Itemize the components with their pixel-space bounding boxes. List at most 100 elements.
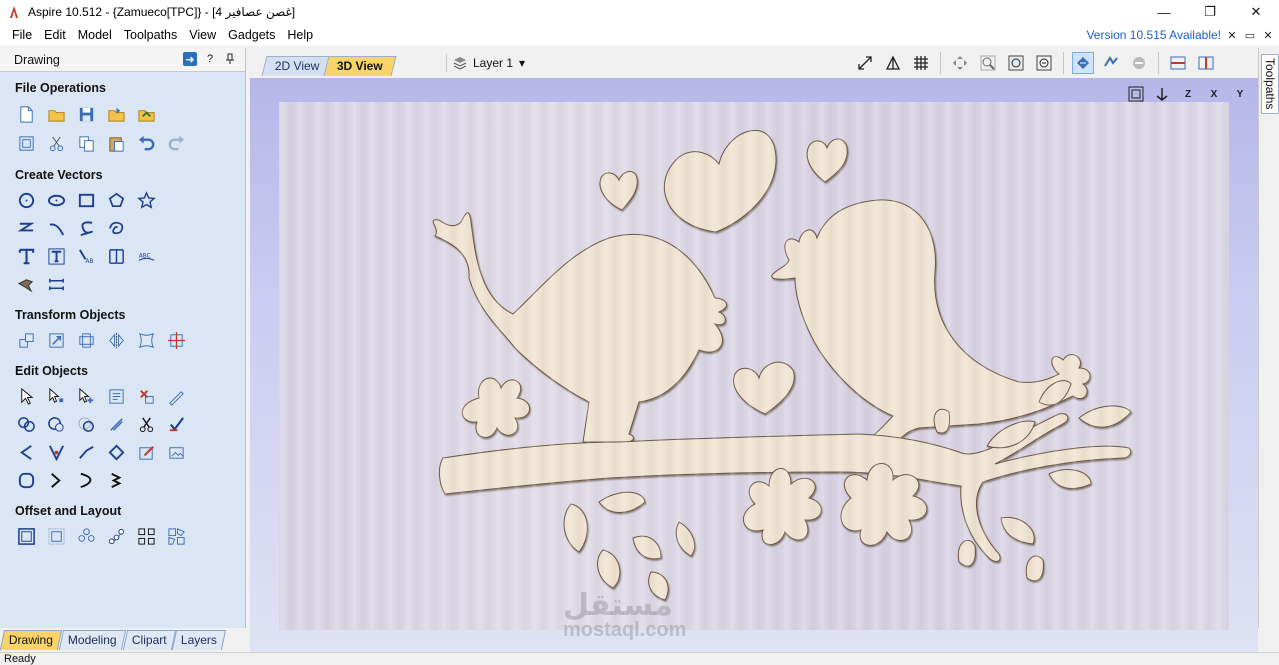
- tab-drawing[interactable]: Drawing: [0, 630, 63, 650]
- draw-polyline-icon[interactable]: [16, 218, 36, 238]
- draw-text-icon[interactable]: [16, 246, 36, 266]
- zoom-out-icon[interactable]: [1033, 52, 1055, 74]
- view-zoom-box-icon[interactable]: [854, 52, 876, 74]
- select-pointer-icon[interactable]: [16, 386, 36, 406]
- move-icon[interactable]: [16, 330, 36, 350]
- draw-edit-icon[interactable]: [136, 442, 156, 462]
- zoom-in-icon[interactable]: [977, 52, 999, 74]
- view-x-icon[interactable]: X: [1204, 84, 1224, 104]
- import-folder-icon[interactable]: [136, 104, 156, 124]
- weld-vectors-icon[interactable]: [16, 414, 36, 434]
- image-edit-icon[interactable]: [166, 442, 186, 462]
- paste-icon[interactable]: [106, 133, 126, 153]
- mdi-close-doc-button[interactable]: ✕: [1261, 28, 1275, 42]
- draw-arc-icon[interactable]: [46, 218, 66, 238]
- view-y-icon[interactable]: Y: [1230, 84, 1250, 104]
- view-iso-icon[interactable]: [1152, 84, 1172, 104]
- array-copy-icon[interactable]: [76, 526, 96, 546]
- cut-scissors-icon[interactable]: [46, 133, 66, 153]
- dock-arrow-icon[interactable]: ➜: [183, 52, 197, 66]
- vector-properties-icon[interactable]: [106, 386, 126, 406]
- draw-polygon-icon[interactable]: [106, 190, 126, 210]
- split-vertical-icon[interactable]: [1195, 52, 1217, 74]
- rotate-icon[interactable]: [76, 330, 96, 350]
- interactive-select-icon[interactable]: [76, 386, 96, 406]
- tab-clipart[interactable]: Clipart: [122, 630, 176, 650]
- layer-dropdown[interactable]: Layer 1 ▾: [446, 54, 525, 72]
- grid-array-icon[interactable]: [136, 526, 156, 546]
- node-edit-icon[interactable]: [46, 386, 66, 406]
- offset-vector-icon[interactable]: [106, 442, 126, 462]
- undo-icon[interactable]: [136, 133, 156, 153]
- node-fit-icon[interactable]: [106, 470, 126, 490]
- open-vector-icon[interactable]: [46, 470, 66, 490]
- subtract-vectors-icon[interactable]: [46, 414, 66, 434]
- auto-layout-text-icon[interactable]: [106, 246, 126, 266]
- extend-vector-icon[interactable]: [76, 442, 96, 462]
- mdi-close-button[interactable]: ✕: [1225, 28, 1239, 42]
- draw-circle-icon[interactable]: [16, 190, 36, 210]
- curve-fit-icon[interactable]: [76, 470, 96, 490]
- show-model-icon[interactable]: [1072, 52, 1094, 74]
- menu-edit[interactable]: Edit: [38, 24, 72, 46]
- trim-vectors-icon[interactable]: [136, 414, 156, 434]
- view-fit-icon[interactable]: [1126, 84, 1146, 104]
- text-box-icon[interactable]: [46, 246, 66, 266]
- menu-toolpaths[interactable]: Toolpaths: [118, 24, 184, 46]
- fillet-corners-icon[interactable]: [46, 526, 66, 546]
- menu-view[interactable]: View: [183, 24, 222, 46]
- show-toolpaths-icon[interactable]: [1100, 52, 1122, 74]
- trace-bitmap-icon[interactable]: [16, 274, 36, 294]
- nesting-icon[interactable]: [166, 526, 186, 546]
- version-available-link[interactable]: Version 10.515 Available!: [1086, 24, 1221, 46]
- open-folder-icon[interactable]: [46, 104, 66, 124]
- tab-modeling[interactable]: Modeling: [58, 630, 126, 650]
- menu-model[interactable]: Model: [72, 24, 118, 46]
- save-as-folder-icon[interactable]: [106, 104, 126, 124]
- join-vectors-icon[interactable]: [16, 442, 36, 462]
- tab-2d-view[interactable]: 2D View: [261, 56, 333, 76]
- scale-icon[interactable]: [46, 330, 66, 350]
- save-icon[interactable]: [76, 104, 96, 124]
- offset-icon[interactable]: [16, 526, 36, 546]
- draw-curve-icon[interactable]: [76, 218, 96, 238]
- zoom-extents-icon[interactable]: [1005, 52, 1027, 74]
- draw-rectangle-icon[interactable]: [76, 190, 96, 210]
- 3d-viewport[interactable]: Z X Y مستقل mostaql.com: [250, 78, 1258, 652]
- delete-vector-icon[interactable]: [136, 386, 156, 406]
- draw-spiral-icon[interactable]: [106, 218, 126, 238]
- render-shaded-icon[interactable]: [1128, 52, 1150, 74]
- redo-icon[interactable]: [166, 133, 186, 153]
- snap-angle-icon[interactable]: [882, 52, 904, 74]
- pan-view-icon[interactable]: [949, 52, 971, 74]
- grid-toggle-icon[interactable]: [910, 52, 932, 74]
- copy-icon[interactable]: [76, 133, 96, 153]
- close-button[interactable]: ✕: [1233, 0, 1279, 24]
- draw-ellipse-icon[interactable]: [46, 190, 66, 210]
- menu-help[interactable]: Help: [281, 24, 319, 46]
- tab-toolpaths[interactable]: Toolpaths: [1261, 54, 1279, 114]
- mdi-restore-button[interactable]: ▭: [1243, 28, 1257, 42]
- view-z-icon[interactable]: Z: [1178, 84, 1198, 104]
- text-on-curve-icon[interactable]: AB: [76, 246, 96, 266]
- copy-along-vector-icon[interactable]: [106, 526, 126, 546]
- smooth-vector-icon[interactable]: [16, 470, 36, 490]
- mirror-icon[interactable]: [106, 330, 126, 350]
- tab-layers[interactable]: Layers: [172, 630, 227, 650]
- measure-icon[interactable]: [166, 386, 186, 406]
- help-icon[interactable]: ?: [203, 52, 217, 66]
- new-file-icon[interactable]: [16, 104, 36, 124]
- fillet-icon[interactable]: [106, 414, 126, 434]
- menu-file[interactable]: File: [0, 24, 38, 46]
- split-horizontal-icon[interactable]: [1167, 52, 1189, 74]
- menu-gadgets[interactable]: Gadgets: [222, 24, 281, 46]
- close-vector-icon[interactable]: [46, 442, 66, 462]
- text-arc-icon[interactable]: ABC: [136, 246, 156, 266]
- pin-icon[interactable]: [223, 52, 237, 66]
- maximize-button[interactable]: ❐: [1187, 0, 1233, 24]
- distort-icon[interactable]: [136, 330, 156, 350]
- tab-3d-view[interactable]: 3D View: [323, 56, 397, 76]
- align-center-icon[interactable]: [166, 330, 186, 350]
- dimensions-icon[interactable]: [46, 274, 66, 294]
- validate-vectors-icon[interactable]: [166, 414, 186, 434]
